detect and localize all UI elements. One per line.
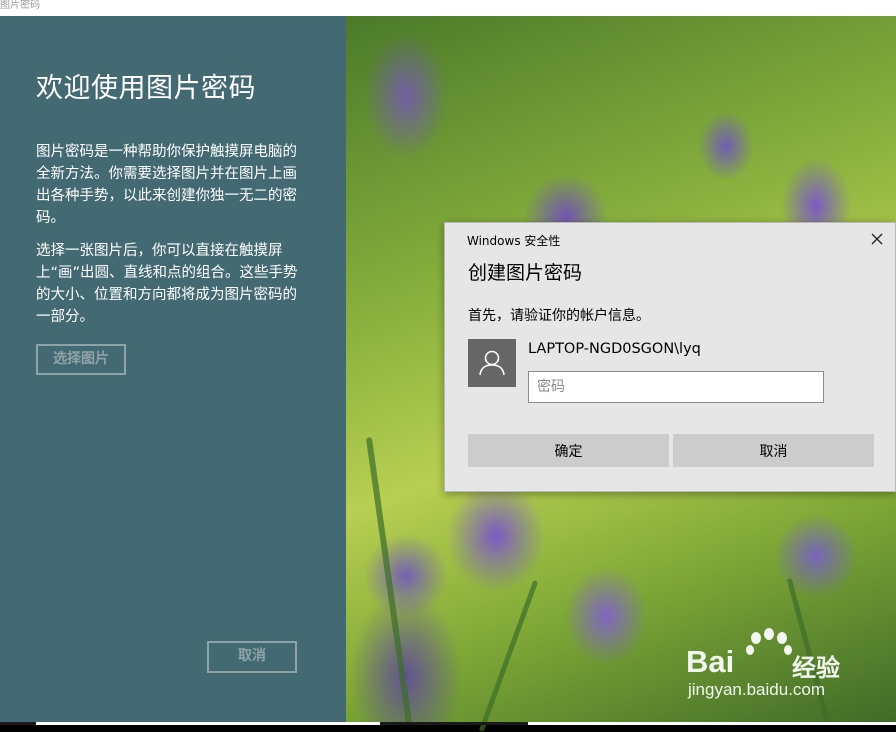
choose-picture-button[interactable]: 选择图片 (36, 344, 126, 375)
window-title-bar: 图片密码 (0, 0, 896, 16)
window-title: 图片密码 (0, 0, 40, 11)
dialog-caption: Windows 安全性 (467, 234, 561, 248)
baidu-watermark: Bai 经验 jingyan.baidu.com (686, 628, 886, 708)
watermark-brand: Bai (686, 644, 735, 679)
intro-paragraph-2: 选择一张图片后，你可以直接在触摸屏上“画”出圆、直线和点的组合。这些手势的大小、… (36, 243, 298, 325)
account-username: LAPTOP-NGD0SGON\lyq (528, 341, 701, 357)
welcome-heading: 欢迎使用图片密码 (36, 73, 256, 104)
password-input[interactable] (528, 371, 824, 403)
dialog-title: 创建图片密码 (468, 262, 583, 284)
paw-icon (746, 628, 792, 655)
flower-stem (365, 436, 413, 726)
watermark-url: jingyan.baidu.com (688, 680, 826, 699)
user-icon (479, 350, 505, 376)
watermark-brand-suffix: 经验 (792, 655, 840, 682)
ok-button[interactable]: 确定 (468, 434, 669, 467)
avatar (468, 339, 516, 387)
flower-stem (478, 579, 539, 732)
welcome-panel: 欢迎使用图片密码 图片密码是一种帮助你保护触摸屏电脑的全新方法。你需要选择图片并… (0, 16, 346, 722)
intro-paragraph-1: 图片密码是一种帮助你保护触摸屏电脑的全新方法。你需要选择图片并在图片上画出各种手… (36, 144, 297, 226)
cancel-button[interactable]: 取消 (673, 434, 874, 467)
dialog-prompt: 首先，请验证你的帐户信息。 (468, 308, 650, 324)
cancel-setup-button[interactable]: 取消 (207, 641, 297, 673)
windows-security-dialog: Windows 安全性 创建图片密码 首先，请验证你的帐户信息。 LAPTOP-… (444, 222, 896, 492)
close-icon[interactable] (869, 231, 885, 247)
